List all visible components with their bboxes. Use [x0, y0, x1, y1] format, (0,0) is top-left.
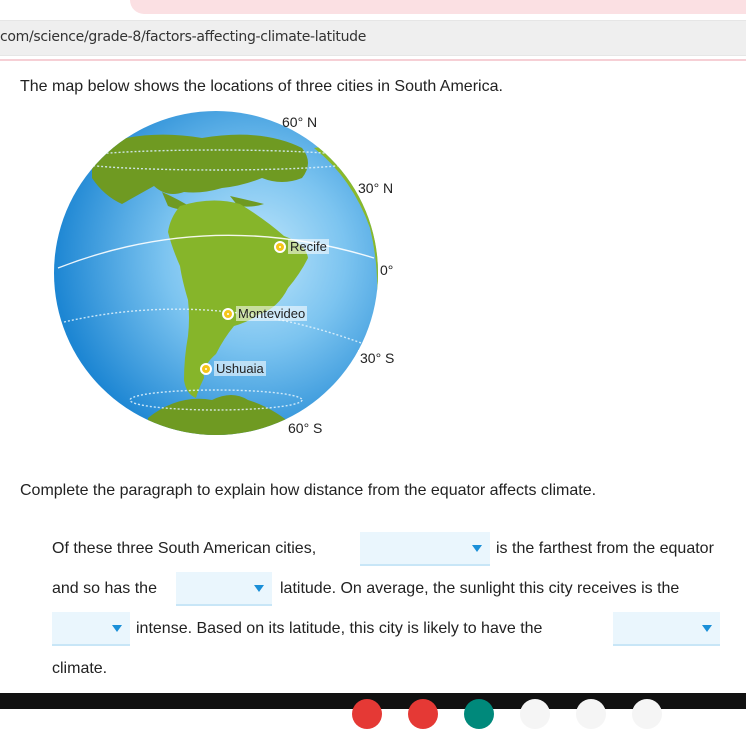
taskbar-app-icon[interactable]: [520, 699, 550, 729]
url-text[interactable]: com/science/grade-8/factors-affecting-cl…: [0, 29, 366, 45]
label-60s: 60° S: [288, 420, 323, 436]
intro-text: The map below shows the locations of thr…: [20, 78, 503, 95]
chevron-down-icon: [702, 625, 712, 632]
taskbar-app-icon[interactable]: [352, 699, 382, 729]
intensity-dropdown[interactable]: [52, 612, 130, 646]
city-dropdown[interactable]: [360, 532, 490, 566]
city-label-montevideo: Montevideo: [236, 306, 308, 321]
address-bar[interactable]: com/science/grade-8/factors-affecting-cl…: [0, 20, 746, 56]
taskbar-app-icon[interactable]: [464, 699, 494, 729]
city-label-recife: Recife: [288, 239, 329, 254]
taskbar-app-icon[interactable]: [632, 699, 662, 729]
globe-svg: [54, 111, 378, 435]
paragraph-line4: climate.: [52, 660, 108, 677]
taskbar-app-icon[interactable]: [408, 699, 438, 729]
climate-dropdown[interactable]: [613, 612, 720, 646]
header-divider: [0, 59, 746, 61]
latitude-dropdown[interactable]: [176, 572, 272, 606]
label-30n: 30° N: [358, 180, 394, 196]
paragraph-line1-end: is the farthest from the equator: [496, 540, 714, 557]
label-60n: 60° N: [282, 114, 318, 130]
chevron-down-icon: [472, 545, 482, 552]
paragraph-line2-end: latitude. On average, the sunlight this …: [280, 580, 680, 597]
label-30s: 30° S: [358, 350, 397, 366]
label-equator: 0°: [378, 262, 396, 278]
question-text: Complete the paragraph to explain how di…: [20, 482, 597, 499]
city-label-ushuaia: Ushuaia: [214, 361, 266, 376]
recife-marker: [274, 241, 286, 253]
ushuaia-marker: [200, 363, 212, 375]
globe-map: 60° N 30° N 0° 30° S 60° S Recife Montev…: [52, 108, 412, 448]
paragraph-line3-end: intense. Based on its latitude, this cit…: [136, 620, 543, 637]
taskbar-app-icon[interactable]: [576, 699, 606, 729]
chevron-down-icon: [112, 625, 122, 632]
paragraph-line2-start: and so has the: [52, 580, 157, 597]
montevideo-marker: [222, 308, 234, 320]
chevron-down-icon: [254, 585, 264, 592]
browser-tab[interactable]: [130, 0, 746, 14]
paragraph-line1-start: Of these three South American cities,: [52, 540, 317, 557]
